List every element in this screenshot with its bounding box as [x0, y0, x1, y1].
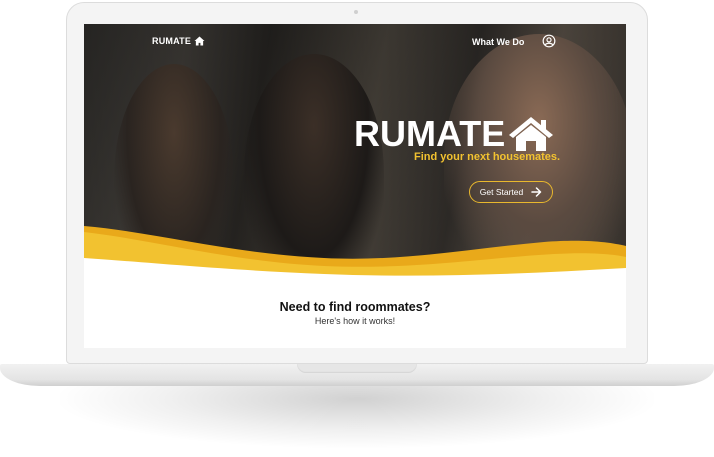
hero-tagline: Find your next housemates.	[414, 151, 561, 163]
house-icon	[509, 117, 554, 151]
top-nav: RUMATE What We Do	[84, 24, 626, 60]
webcam-dot	[354, 10, 358, 14]
nav-brand-text: RUMATE	[152, 36, 192, 46]
get-started-label: Get Started	[479, 187, 524, 197]
hero-wave-divider	[84, 226, 626, 284]
nav-link-what-we-do[interactable]: What We Do	[472, 37, 524, 47]
how-it-works-title: Need to find roommates?	[279, 300, 431, 314]
hero-logo-text: RUMATE	[354, 113, 506, 154]
arrow-right-icon	[531, 187, 542, 197]
house-icon	[194, 36, 205, 46]
how-it-works-subtitle: Here's how it works!	[314, 316, 396, 326]
hero-logo: RUMATE	[354, 116, 555, 152]
laptop-screen: RUMATE What We Do RUMATE Find your next …	[84, 24, 626, 348]
nav-brand[interactable]: RUMATE	[152, 36, 205, 46]
laptop-shadow	[60, 378, 654, 448]
user-circle-icon[interactable]	[542, 34, 556, 48]
laptop-notch	[297, 364, 417, 373]
get-started-button[interactable]: Get Started	[469, 181, 553, 203]
